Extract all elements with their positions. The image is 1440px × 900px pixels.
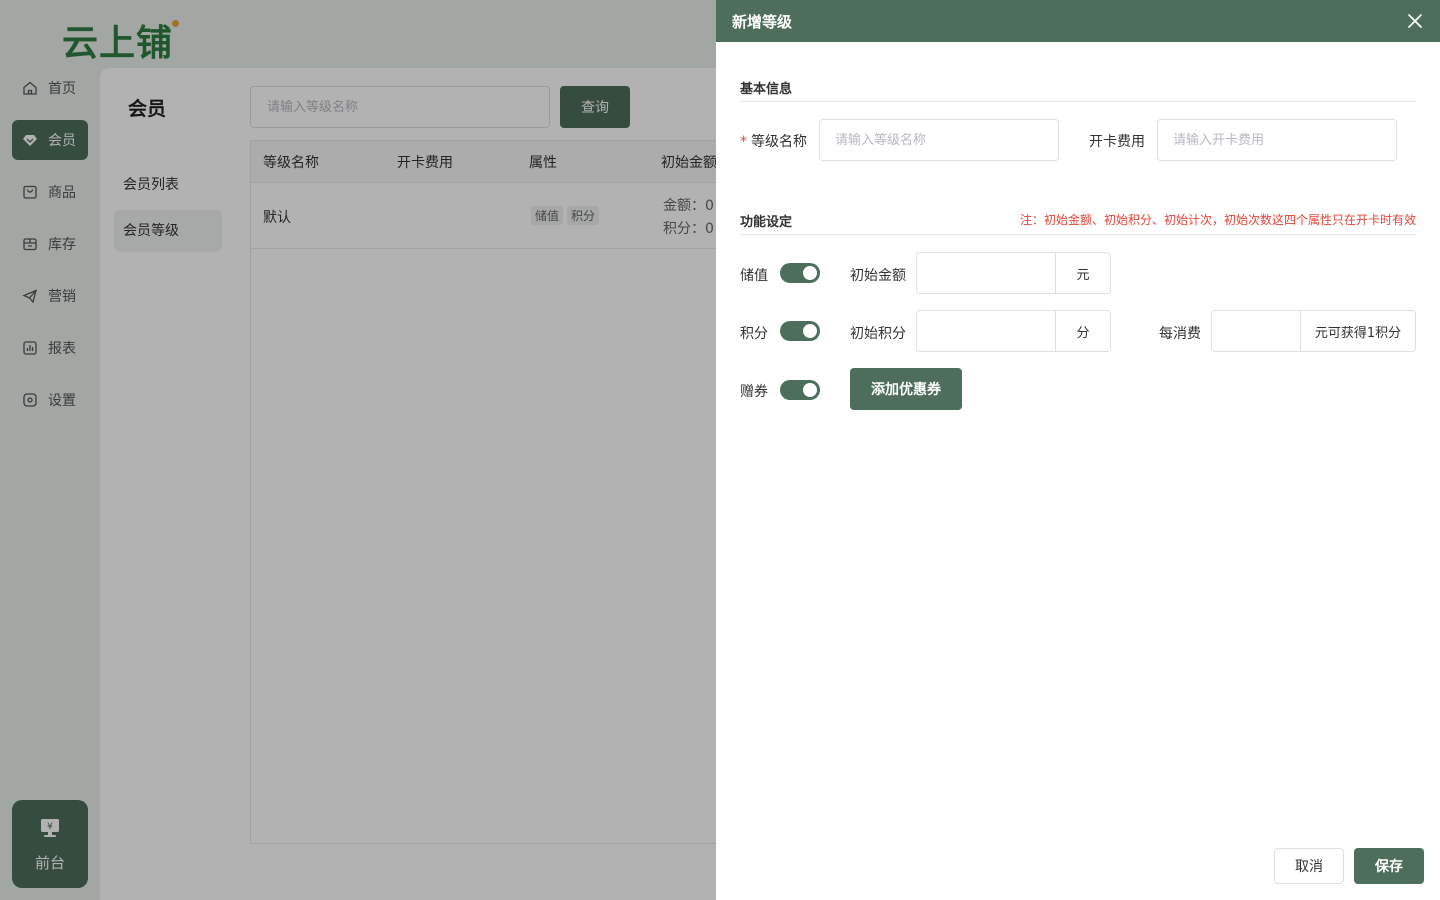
per-spend-field: 元可获得1积分 [1211, 310, 1416, 352]
stored-value-toggle[interactable] [780, 263, 820, 283]
coupon-toggle[interactable] [780, 380, 820, 400]
section-title: 功能设定 [740, 215, 793, 230]
close-icon[interactable] [1406, 12, 1424, 30]
initial-amount-label: 初始金额 [850, 268, 906, 284]
initial-points-input[interactable] [917, 311, 1055, 351]
initial-points-field: 分 [916, 310, 1111, 352]
cancel-button[interactable]: 取消 [1274, 848, 1344, 884]
drawer-header: 新增等级 [716, 0, 1440, 42]
amount-unit: 元 [1055, 253, 1110, 293]
card-fee-input[interactable] [1157, 119, 1397, 161]
initial-amount-input[interactable] [917, 253, 1055, 293]
function-note: 注：初始金额、初始积分、初始计次，初始次数这四个属性只在开卡时有效 [1019, 213, 1416, 227]
stored-value-label: 储值 [740, 268, 768, 284]
points-unit: 分 [1055, 311, 1110, 351]
per-spend-unit: 元可获得1积分 [1300, 311, 1415, 351]
coupon-label: 赠券 [740, 384, 768, 400]
card-fee-label: 开卡费用 [1089, 134, 1145, 150]
drawer-title: 新增等级 [732, 12, 793, 31]
save-button[interactable]: 保存 [1354, 848, 1424, 884]
level-name-input[interactable] [819, 119, 1059, 161]
basic-info-section: 基本信息 [740, 74, 1416, 102]
add-level-drawer: 新增等级 基本信息 *等级名称 开卡费用 功能设定 注：初始金额、初始积分、初始… [716, 0, 1440, 900]
initial-points-label: 初始积分 [850, 326, 906, 342]
points-toggle[interactable] [780, 321, 820, 341]
points-label: 积分 [740, 326, 768, 342]
per-spend-input[interactable] [1212, 311, 1300, 351]
add-coupon-button[interactable]: 添加优惠券 [850, 368, 962, 410]
section-title: 基本信息 [740, 82, 793, 97]
function-section: 功能设定 注：初始金额、初始积分、初始计次，初始次数这四个属性只在开卡时有效 [740, 207, 1416, 235]
per-spend-label: 每消费 [1159, 326, 1201, 342]
initial-amount-field: 元 [916, 252, 1111, 294]
level-name-label: * 等级名称 [740, 134, 807, 150]
